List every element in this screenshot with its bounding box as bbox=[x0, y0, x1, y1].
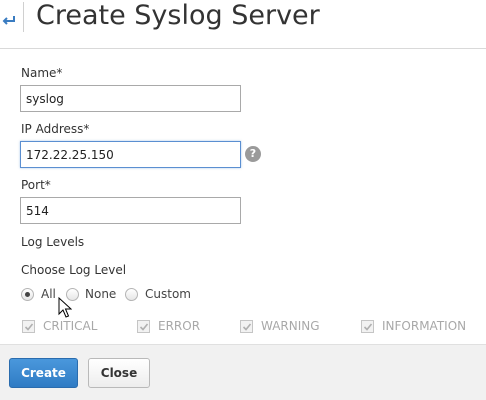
warning-label: WARNING bbox=[261, 319, 320, 333]
mouse-pointer-icon bbox=[58, 296, 73, 319]
port-label: Port* bbox=[21, 178, 51, 192]
radio-all[interactable] bbox=[21, 288, 34, 301]
create-syslog-server-dialog: Create Syslog Server Name* IP Address* ?… bbox=[0, 0, 486, 400]
page-header: Create Syslog Server bbox=[0, 0, 486, 49]
page-title: Create Syslog Server bbox=[36, 0, 320, 31]
critical-checkbox[interactable] bbox=[22, 320, 35, 333]
critical-label: CRITICAL bbox=[43, 319, 98, 333]
choose-log-level-label: Choose Log Level bbox=[21, 263, 127, 277]
back-arrow-icon[interactable] bbox=[1, 12, 17, 26]
close-button[interactable]: Close bbox=[88, 358, 150, 388]
ip-address-input[interactable] bbox=[20, 141, 241, 168]
radio-custom-label[interactable]: Custom bbox=[145, 287, 191, 301]
log-levels-heading: Log Levels bbox=[21, 235, 85, 249]
name-label: Name* bbox=[21, 66, 63, 80]
error-label: ERROR bbox=[158, 319, 201, 333]
warning-checkbox[interactable] bbox=[240, 320, 253, 333]
port-input[interactable] bbox=[20, 197, 241, 224]
header-divider bbox=[23, 2, 24, 32]
information-label: INFORMATION bbox=[382, 319, 467, 333]
error-checkbox[interactable] bbox=[137, 320, 150, 333]
name-input[interactable] bbox=[20, 85, 241, 112]
radio-none-label[interactable]: None bbox=[85, 287, 116, 301]
information-checkbox[interactable] bbox=[361, 320, 374, 333]
ip-address-label: IP Address* bbox=[21, 122, 90, 136]
dialog-footer: Create Close bbox=[0, 344, 486, 400]
help-icon[interactable]: ? bbox=[245, 146, 261, 162]
radio-custom[interactable] bbox=[125, 288, 138, 301]
create-button[interactable]: Create bbox=[9, 358, 78, 388]
radio-all-label[interactable]: All bbox=[41, 287, 56, 301]
